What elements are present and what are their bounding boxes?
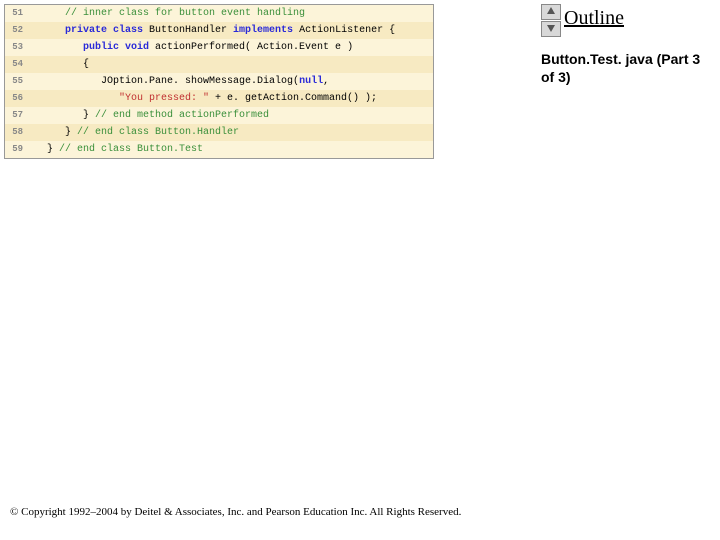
code-content: } // end class Button.Test: [29, 142, 203, 158]
line-number: 56: [5, 90, 29, 106]
code-line: 56 "You pressed: " + e. getAction.Comman…: [5, 90, 433, 107]
line-number: 57: [5, 107, 29, 123]
code-content: "You pressed: " + e. getAction.Command()…: [29, 91, 377, 107]
copyright-text: © Copyright 1992–2004 by Deitel & Associ…: [10, 506, 461, 518]
outline-title: Outline: [564, 4, 624, 30]
code-panel: 51 // inner class for button event handl…: [4, 4, 434, 159]
code-line: 52 private class ButtonHandler implement…: [5, 22, 433, 39]
code-line: 54 {: [5, 56, 433, 73]
code-line: 58 } // end class Button.Handler: [5, 124, 433, 141]
code-content: JOption.Pane. showMessage.Dialog(null,: [29, 74, 329, 90]
file-label: Button.Test. java (Part 3 of 3): [541, 51, 716, 86]
nav-button-group: [541, 4, 561, 37]
line-number: 54: [5, 56, 29, 72]
code-content: } // end class Button.Handler: [29, 125, 239, 141]
nav-down-button[interactable]: [541, 21, 561, 37]
code-content: // inner class for button event handling: [29, 6, 305, 22]
triangle-down-icon: [546, 20, 556, 38]
line-number: 59: [5, 141, 29, 157]
code-content: } // end method actionPerformed: [29, 108, 269, 124]
line-number: 55: [5, 73, 29, 89]
code-content: public void actionPerformed( Action.Even…: [29, 40, 353, 56]
code-line: 51 // inner class for button event handl…: [5, 5, 433, 22]
nav-up-button[interactable]: [541, 4, 561, 20]
code-content: private class ButtonHandler implements A…: [29, 23, 395, 39]
line-number: 58: [5, 124, 29, 140]
outline-sidebar: Outline Button.Test. java (Part 3 of 3): [541, 4, 716, 86]
code-line: 57 } // end method actionPerformed: [5, 107, 433, 124]
code-line: 55 JOption.Pane. showMessage.Dialog(null…: [5, 73, 433, 90]
code-content: {: [29, 57, 89, 73]
triangle-up-icon: [546, 3, 556, 21]
line-number: 52: [5, 22, 29, 38]
line-number: 51: [5, 5, 29, 21]
outline-header: Outline: [541, 4, 716, 37]
line-number: 53: [5, 39, 29, 55]
code-line: 59 } // end class Button.Test: [5, 141, 433, 158]
code-line: 53 public void actionPerformed( Action.E…: [5, 39, 433, 56]
